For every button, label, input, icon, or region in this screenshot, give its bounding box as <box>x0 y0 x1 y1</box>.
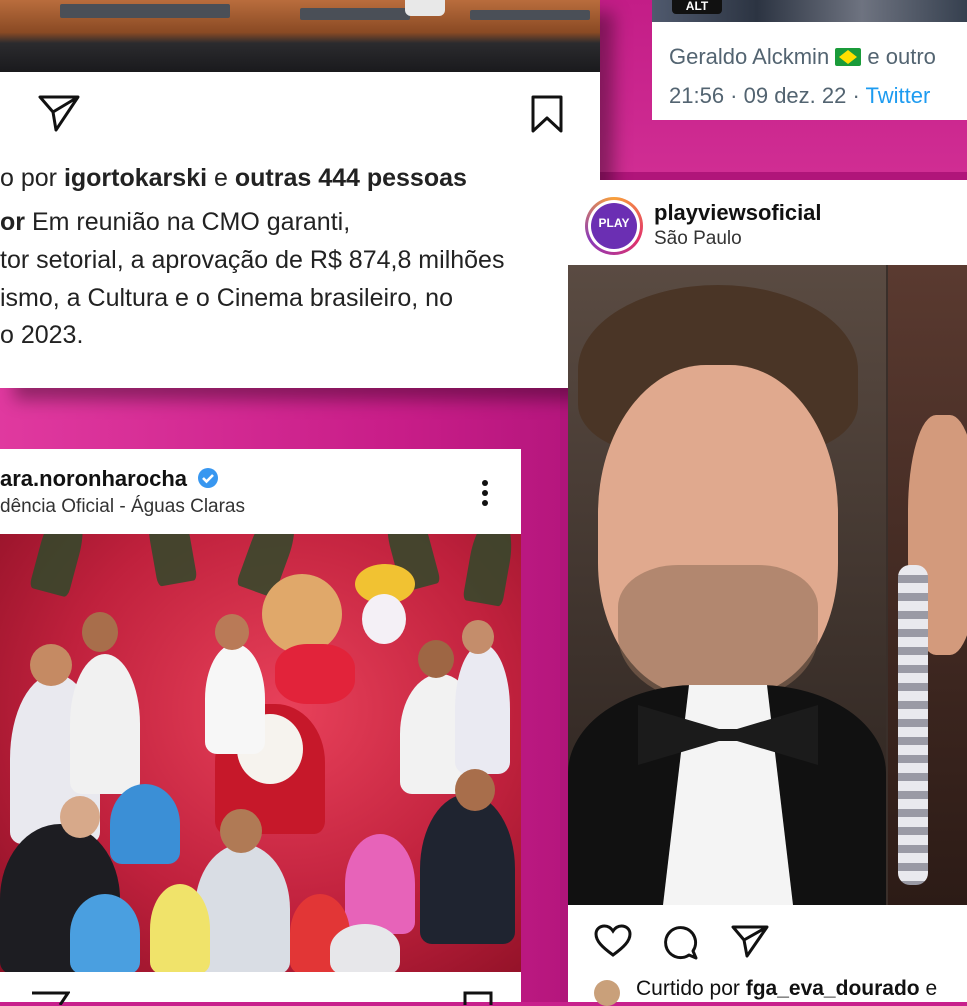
post-location[interactable]: São Paulo <box>654 228 742 250</box>
bookmark-icon[interactable] <box>530 94 564 134</box>
likes-prefix: Curtido por <box>636 977 746 1000</box>
likes-prefix: o por <box>0 164 64 192</box>
pine-branch <box>462 534 518 607</box>
person <box>70 894 140 972</box>
person-head <box>60 796 100 838</box>
likes-suffix: e <box>919 977 938 1000</box>
tweet-others: e outro <box>861 44 936 69</box>
tweet-liked-by[interactable]: Geraldo Alckmin e outro <box>669 44 936 70</box>
share-icon[interactable] <box>30 989 70 1005</box>
person <box>70 654 140 794</box>
desk-paper <box>470 10 590 20</box>
tweet-meta: 21:56 · 09 dez. 22 · Twitter <box>669 83 930 109</box>
pine-branch <box>29 534 91 598</box>
pine-branch <box>142 534 198 587</box>
person <box>420 794 515 944</box>
avatar-logo: PLAY <box>591 203 637 249</box>
earring <box>898 565 928 885</box>
person-head <box>455 769 495 811</box>
share-icon[interactable] <box>38 94 80 132</box>
caption-username[interactable]: or <box>0 208 25 236</box>
liked-username[interactable]: igortokarski <box>64 164 207 192</box>
likes-line: o por igortokarski e outras 444 pessoas <box>0 160 467 197</box>
gingerbread-mascot <box>262 574 342 654</box>
desk-cup <box>405 0 445 16</box>
person-head <box>30 644 72 686</box>
alt-badge[interactable]: ALT <box>672 0 722 14</box>
likes-line: Curtido por fga_eva_dourado e <box>636 977 937 1001</box>
bookmark-icon[interactable] <box>462 989 494 1005</box>
post-photo-christmas-group <box>0 534 521 972</box>
gift-bag <box>345 834 415 934</box>
liked-others-count[interactable]: outras 444 pessoas <box>235 164 467 192</box>
brazil-flag-icon <box>835 48 862 66</box>
person <box>205 644 265 754</box>
beard <box>618 565 818 705</box>
username-text[interactable]: ara.noronharocha <box>0 466 187 491</box>
caption-line-3: ismo, a Cultura e o Cinema brasileiro, n… <box>0 284 453 312</box>
heart-icon[interactable] <box>594 924 632 958</box>
portrait-woman-panel <box>888 265 967 905</box>
clown-face <box>362 594 406 644</box>
portrait-man-panel <box>568 265 886 905</box>
caption-line-1: or Em reunião na CMO garanti, <box>0 204 350 241</box>
avatar[interactable]: PLAY <box>585 197 643 255</box>
toy-box <box>110 784 180 864</box>
caption-text: Em reunião na CMO garanti, <box>25 208 351 236</box>
tweet-source-link[interactable]: Twitter <box>866 83 931 108</box>
person-head <box>462 620 494 654</box>
share-icon[interactable] <box>731 924 769 958</box>
mascot-heart <box>275 644 355 704</box>
person-head <box>220 809 262 853</box>
liker-avatar[interactable] <box>594 980 620 1006</box>
tweet-timestamp: 21:56 · 09 dez. 22 · <box>669 83 866 108</box>
post-username[interactable]: ara.noronharocha <box>0 466 219 495</box>
comment-icon[interactable] <box>662 924 698 960</box>
desk-paper <box>300 8 410 20</box>
person-head <box>215 614 249 650</box>
verified-badge-icon <box>197 467 219 495</box>
person <box>330 924 400 972</box>
person <box>150 884 210 972</box>
caption-line-4: o 2023. <box>0 321 84 349</box>
caption-line-2: tor setorial, a aprovação de R$ 874,8 mi… <box>0 246 505 274</box>
person-head <box>418 640 454 678</box>
desk-paper <box>60 4 230 18</box>
tweet-user-name[interactable]: Geraldo Alckmin <box>669 44 829 69</box>
person-head <box>82 612 118 652</box>
instagram-post-cmo: o por igortokarski e outras 444 pessoas … <box>0 0 600 388</box>
post-username[interactable]: playviewsoficial <box>654 200 822 226</box>
more-options-icon[interactable] <box>478 479 492 509</box>
person <box>455 644 510 774</box>
liked-username[interactable]: fga_eva_dourado <box>746 977 920 1000</box>
likes-mid: e <box>207 164 235 192</box>
post-location[interactable]: dência Oficial - Águas Claras <box>0 496 245 518</box>
post-photo-desk <box>0 0 600 72</box>
post-photo-portraits <box>568 265 967 905</box>
